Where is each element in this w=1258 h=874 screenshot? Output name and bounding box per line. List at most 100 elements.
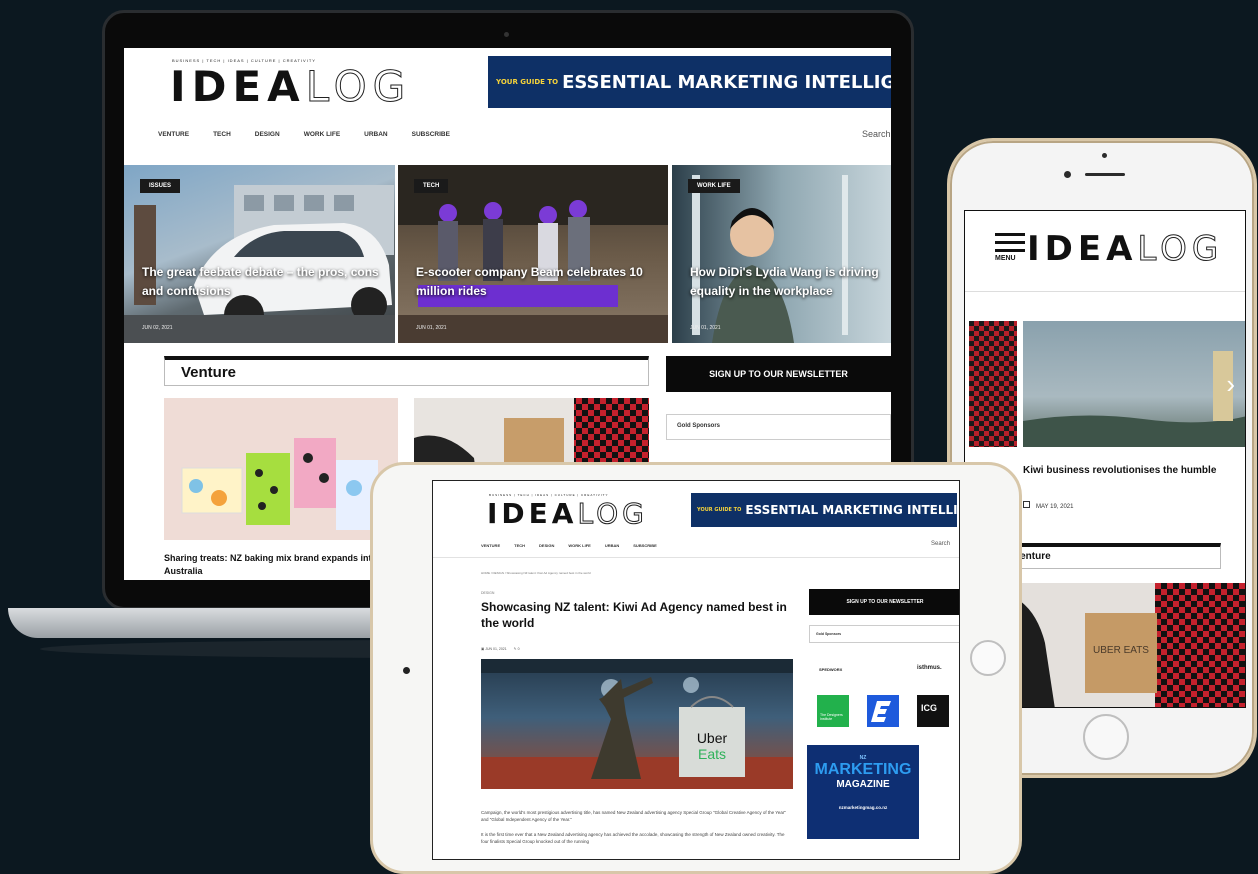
magazine-ad[interactable]: NZ MARKETING MAGAZINE nzmarketingmag.co.… xyxy=(807,745,919,839)
article-date: MAY 19, 2021 xyxy=(1023,501,1073,510)
delivery-illustration: UBER EATS xyxy=(1005,583,1245,707)
hero-title[interactable]: E-scooter company Beam celebrates 10 mil… xyxy=(416,263,662,301)
divider xyxy=(965,291,1245,292)
phone-home-button[interactable] xyxy=(1083,714,1129,760)
camera-icon xyxy=(504,32,509,37)
logo-light: LOG xyxy=(1137,229,1224,270)
article-date-text: MAY 19, 2021 xyxy=(1036,504,1074,510)
hero-date: JUN 01, 2021 xyxy=(416,325,447,331)
main-nav: VENTURE TECH DESIGN WORK LIFE URBAN SUBS… xyxy=(158,131,450,138)
logo-light: LOG xyxy=(305,62,412,112)
comment-count[interactable]: 0 xyxy=(518,647,520,651)
article-title[interactable]: Sharing treats: NZ baking mix brand expa… xyxy=(164,552,394,578)
hero-card-2[interactable]: TECH E-scooter company Beam celebrates 1… xyxy=(398,165,668,343)
magazine-ad-subtitle: MAGAZINE xyxy=(836,779,890,790)
phone-sensor-icon xyxy=(1064,171,1071,178)
nav-item-work-life[interactable]: WORK LIFE xyxy=(568,543,590,548)
nav-item-tech[interactable]: TECH xyxy=(213,131,231,138)
nav-item-subscribe[interactable]: SUBSCRIBE xyxy=(412,131,450,138)
chevron-right-icon[interactable]: › xyxy=(1226,369,1235,400)
tablet-camera-icon xyxy=(403,667,410,674)
ad-small-text: YOUR GUIDE TO xyxy=(496,78,559,86)
site-logo[interactable]: IDEA LOG xyxy=(487,497,648,531)
nav-item-venture[interactable]: VENTURE xyxy=(158,131,189,138)
section-heading: Venture xyxy=(1005,543,1221,569)
carousel-prev-image[interactable] xyxy=(969,321,1017,447)
landscape-illustration xyxy=(1023,351,1245,447)
article-category[interactable]: DESIGN xyxy=(481,591,494,595)
hero-category[interactable]: WORK LIFE xyxy=(688,179,740,193)
hero-card-3[interactable]: WORK LIFE How DiDi's Lydia Wang is drivi… xyxy=(672,165,891,343)
ad-banner[interactable]: YOUR GUIDE TO ESSENTIAL MARKETING INTELL… xyxy=(488,56,891,108)
ad-small-text: YOUR GUIDE TO xyxy=(697,507,742,513)
carousel-image[interactable]: › xyxy=(1023,321,1245,447)
breadcrumb[interactable]: HOME / DESIGN / Showcasing NZ talent: Ki… xyxy=(481,571,591,575)
hero-title[interactable]: How DiDi's Lydia Wang is driving equalit… xyxy=(690,263,885,301)
ad-text: ESSENTIAL MARKETING INTELLIGENCE xyxy=(745,503,957,517)
sponsor-logo-4[interactable] xyxy=(867,695,899,727)
article-image-baking[interactable] xyxy=(164,398,398,540)
sponsors-heading: Gold Sponsors xyxy=(809,625,959,643)
sponsor-logo-2[interactable]: isthmus. xyxy=(917,665,942,671)
logo-bold: IDEA xyxy=(1027,229,1138,269)
logo-light: LOG xyxy=(577,497,648,531)
design-logo-icon xyxy=(871,701,891,722)
phone-speaker xyxy=(1085,173,1125,176)
nav-item-work-life[interactable]: WORK LIFE xyxy=(304,131,340,138)
nav-item-venture[interactable]: VENTURE xyxy=(481,543,500,548)
menu-button[interactable]: MENU xyxy=(995,233,1025,262)
hero-category[interactable]: ISSUES xyxy=(140,179,181,193)
newsletter-button[interactable]: SIGN UP TO OUR NEWSLETTER xyxy=(809,589,959,615)
logo-bold: IDEA xyxy=(487,497,578,530)
article-meta: ▣ JUN 01, 2021 ✎ 0 xyxy=(481,647,520,651)
ad-text: ESSENTIAL MARKETING INTELLIGENCE xyxy=(562,71,891,93)
nav-item-urban[interactable]: URBAN xyxy=(605,543,619,548)
bag-text: UBER EATS xyxy=(1093,645,1149,656)
site-logo[interactable]: IDEA LOG xyxy=(170,62,412,112)
menu-icon xyxy=(995,233,1025,236)
eats-text: Eats xyxy=(698,746,726,762)
sponsor-logo-1[interactable]: SPEDWORX xyxy=(819,667,842,672)
magazine-ad-top: NZ xyxy=(859,755,867,761)
magazine-ad-title: MARKETING xyxy=(814,761,912,778)
gymnast-illustration: Uber Eats xyxy=(481,659,793,789)
ad-banner[interactable]: YOUR GUIDE TO ESSENTIAL MARKETING INTELL… xyxy=(691,493,957,527)
article-date: JUN 01, 2021 xyxy=(485,647,507,651)
hero-category[interactable]: TECH xyxy=(414,179,449,193)
tablet-home-button[interactable] xyxy=(970,640,1006,676)
hero-card-1[interactable]: ISSUES The great feebate debate – the pr… xyxy=(124,165,395,343)
search-link[interactable]: Search xyxy=(862,129,891,139)
newsletter-button[interactable]: SIGN UP TO OUR NEWSLETTER xyxy=(666,356,891,392)
tablet-screen: BUSINESS | TECH | IDEAS | CULTURE | CREA… xyxy=(432,480,960,860)
sponsors-heading: Gold Sponsors xyxy=(666,414,891,440)
calendar-icon xyxy=(1023,501,1030,508)
magazine-ad-url: nzmarketingmag.co.nz xyxy=(838,805,888,810)
nav-item-tech[interactable]: TECH xyxy=(514,543,525,548)
hero-title[interactable]: The great feebate debate – the pros, con… xyxy=(142,263,389,301)
section-heading: Venture xyxy=(164,356,649,386)
baking-products-illustration xyxy=(181,438,378,530)
article-paragraph-1: Campaign, the world's most prestigious a… xyxy=(481,810,786,822)
logo-bold: IDEA xyxy=(170,62,306,111)
nav-item-design[interactable]: DESIGN xyxy=(539,543,554,548)
hero-date: JUN 02, 2021 xyxy=(142,325,173,331)
hero-date: JUN 01, 2021 xyxy=(690,325,721,331)
sponsor-logo-3[interactable]: The Designers Institute xyxy=(817,695,849,727)
main-nav: VENTURE TECH DESIGN WORK LIFE URBAN SUBS… xyxy=(481,543,657,548)
menu-label: MENU xyxy=(995,255,1016,262)
nav-item-design[interactable]: DESIGN xyxy=(255,131,280,138)
article-title[interactable]: Kiwi business revolutionises the humble xyxy=(1023,465,1216,476)
search-link[interactable]: Search xyxy=(931,541,950,547)
plaid-pattern xyxy=(969,321,1017,447)
uber-text: Uber xyxy=(697,730,728,746)
divider xyxy=(433,557,959,558)
sponsor-logo-5[interactable]: ICG xyxy=(917,695,949,727)
site-logo[interactable]: IDEA LOG xyxy=(1027,229,1224,270)
nav-item-urban[interactable]: URBAN xyxy=(364,131,387,138)
nav-item-subscribe[interactable]: SUBSCRIBE xyxy=(633,543,657,548)
phone-camera-icon xyxy=(1102,153,1107,158)
article-image-uber[interactable]: UBER EATS xyxy=(1005,583,1245,707)
article-hero-image[interactable]: Uber Eats xyxy=(481,659,793,789)
article-paragraph-2: It is the first time ever that a New Zea… xyxy=(481,832,785,844)
article-title: Showcasing NZ talent: Kiwi Ad Agency nam… xyxy=(481,600,787,630)
